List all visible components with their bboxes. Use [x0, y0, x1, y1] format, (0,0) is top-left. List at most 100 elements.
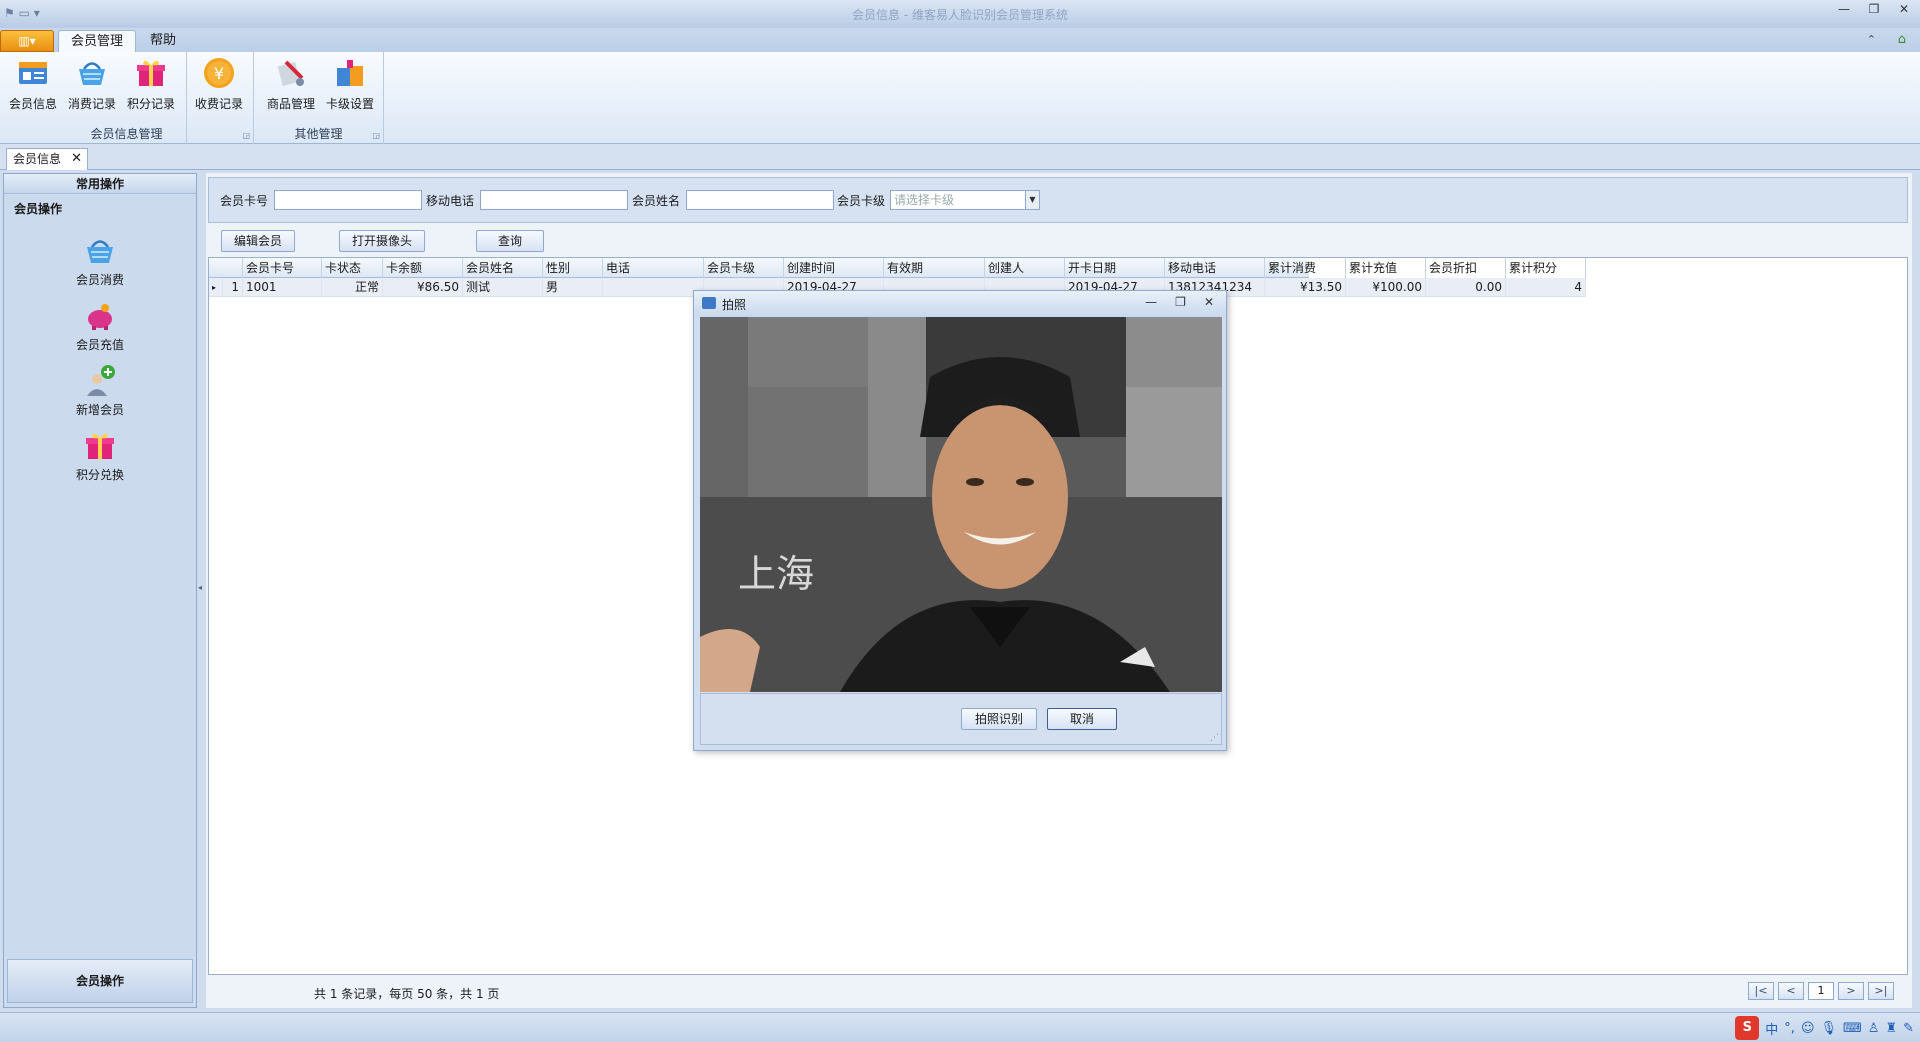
nav-points-exchange[interactable]: 积分兑换	[4, 429, 196, 483]
column-header[interactable]: 卡余额	[383, 258, 463, 278]
camera-preview: 上海	[700, 317, 1222, 692]
camera-photo-image	[700, 317, 1222, 692]
row-indicator-icon: ▸	[209, 278, 223, 297]
tab-member-management[interactable]: 会员管理	[58, 30, 137, 52]
cell-phone	[603, 278, 704, 297]
last-page-button[interactable]: >|	[1868, 982, 1894, 1000]
card-level-icon	[337, 60, 363, 86]
column-header[interactable]: 有效期	[884, 258, 985, 278]
chevron-down-icon[interactable]: ▼	[1025, 191, 1039, 209]
left-nav-panel: 常用操作 会员操作 会员消费 会员充值 新增会员 积分兑换 会员操作	[3, 173, 197, 1008]
app-menu-button[interactable]: ▥▾	[0, 30, 54, 52]
edit-member-button[interactable]: 编辑会员	[221, 230, 295, 252]
first-page-button[interactable]: |<	[1748, 982, 1774, 1000]
close-icon[interactable]: ✕	[1896, 2, 1912, 16]
status-bar: S 中 °, ☺ 🎙 ⌨ ♙ ♜ ✎	[0, 1012, 1920, 1042]
emoji-icon[interactable]: ☺	[1801, 1021, 1815, 1036]
ime-toolbar[interactable]: S 中 °, ☺ 🎙 ⌨ ♙ ♜ ✎	[1735, 1016, 1914, 1040]
dialog-title: 拍照	[722, 298, 747, 312]
group-label-other-management: 其他管理	[294, 127, 343, 141]
minimize-icon[interactable]: —	[1836, 2, 1852, 16]
cell-total-spend: ¥13.50	[1265, 278, 1346, 297]
ribbon-panel: 会员信息 消费记录 积分记录 会员信息管理 ◲ ¥ 收费记录 商品管理 卡级设置…	[0, 52, 1920, 144]
gift-icon	[86, 433, 114, 459]
card-level-settings-button[interactable]: 卡级设置	[321, 56, 379, 116]
restore-icon[interactable]: ❐	[1175, 295, 1186, 309]
row-number: 1	[223, 278, 243, 297]
svg-text:¥: ¥	[214, 64, 224, 83]
column-header[interactable]: 电话	[603, 258, 704, 278]
close-icon[interactable]: ✕	[1204, 295, 1214, 309]
card-level-select[interactable]: 请选择卡级 ▼	[890, 190, 1040, 210]
panel-splitter[interactable]: ◂	[197, 173, 206, 1008]
card-no-input[interactable]	[274, 190, 422, 210]
table-header: 会员卡号 卡状态 卡余额 会员姓名 性别 电话 会员卡级 创建时间 有效期 创建…	[209, 258, 1586, 278]
resize-grip-icon[interactable]: ⋰	[1210, 733, 1219, 743]
column-header[interactable]: 会员折扣	[1426, 258, 1506, 278]
basket-icon	[87, 240, 113, 263]
query-button[interactable]: 查询	[476, 230, 544, 252]
card-level-label: 会员卡级	[837, 194, 886, 208]
column-header[interactable]: 会员卡号	[243, 258, 322, 278]
mobile-input[interactable]	[480, 190, 628, 210]
restore-icon[interactable]: ❐	[1866, 2, 1882, 16]
pager: |< < 1 > >|	[1748, 982, 1894, 1000]
ime-mode[interactable]: 中	[1765, 1019, 1778, 1038]
page-number-input[interactable]: 1	[1808, 982, 1834, 1000]
collapse-arrow-icon[interactable]: ◂	[198, 583, 202, 592]
minimize-icon[interactable]: —	[1145, 295, 1157, 309]
title-bar: ⚑ ▭ ▾ 会员信息 - 维客易人脸识别会员管理系统 — ❐ ✕	[0, 0, 1920, 28]
column-header[interactable]: 开卡日期	[1065, 258, 1165, 278]
user-icon[interactable]: ♙	[1868, 1021, 1880, 1036]
column-header[interactable]: 移动电话	[1165, 258, 1265, 278]
mobile-label: 移动电话	[426, 194, 475, 208]
column-header[interactable]: 会员卡级	[704, 258, 784, 278]
microphone-icon[interactable]: 🎙	[1821, 1021, 1838, 1036]
column-header[interactable]: 累计充值	[1346, 258, 1426, 278]
column-header[interactable]: 性别	[543, 258, 603, 278]
cell-discount: 0.00	[1426, 278, 1506, 297]
collapse-ribbon-icon[interactable]: ⌃	[1867, 33, 1876, 46]
name-input[interactable]	[686, 190, 834, 210]
product-management-button[interactable]: 商品管理	[262, 56, 320, 116]
column-header[interactable]: 累计积分	[1506, 258, 1586, 278]
member-info-button[interactable]: 会员信息	[4, 56, 62, 116]
charge-record-button[interactable]: ¥ 收费记录	[190, 56, 248, 116]
window-title: 会员信息 - 维客易人脸识别会员管理系统	[852, 8, 1068, 22]
column-header[interactable]: 累计消费	[1265, 258, 1346, 278]
wrench-icon[interactable]: ✎	[1903, 1021, 1914, 1036]
column-header[interactable]: 卡状态	[322, 258, 383, 278]
section-title: 会员操作	[14, 202, 63, 216]
points-record-button[interactable]: 积分记录	[122, 56, 180, 116]
prev-page-button[interactable]: <	[1778, 982, 1804, 1000]
consumption-record-button[interactable]: 消费记录	[63, 56, 121, 116]
dialog-cancel-button[interactable]: 取消	[1047, 708, 1117, 730]
column-header[interactable]: 创建时间	[784, 258, 884, 278]
add-user-icon	[87, 365, 115, 396]
tab-help[interactable]: 帮助	[138, 30, 188, 52]
capture-recognize-button[interactable]: 拍照识别	[961, 708, 1037, 730]
doc-tab-member-info[interactable]: 会员信息 ✕	[6, 148, 88, 170]
panel-header: 常用操作	[4, 174, 196, 194]
yen-coin-icon: ¥	[204, 58, 234, 88]
ime-logo[interactable]: S	[1735, 1016, 1760, 1040]
home-icon[interactable]: ⌂	[1898, 32, 1906, 47]
dialog-launcher-icon[interactable]: ◲	[372, 131, 380, 140]
nav-add-member[interactable]: 新增会员	[4, 364, 196, 418]
next-page-button[interactable]: >	[1838, 982, 1864, 1000]
cell-card-no: 1001	[243, 278, 322, 297]
close-tab-icon[interactable]: ✕	[71, 149, 82, 169]
window-controls: — ❐ ✕	[1836, 2, 1912, 16]
shirt-icon[interactable]: ♜	[1885, 1021, 1897, 1036]
member-operations-button[interactable]: 会员操作	[7, 959, 193, 1003]
dialog-title-bar[interactable]: 拍照 — ❐ ✕	[694, 291, 1226, 317]
camera-icon	[702, 297, 716, 309]
column-header[interactable]: 创建人	[985, 258, 1065, 278]
keyboard-icon[interactable]: ⌨	[1843, 1021, 1862, 1036]
nav-member-consume[interactable]: 会员消费	[4, 234, 196, 288]
dialog-window-controls: — ❐ ✕	[1145, 295, 1214, 309]
column-header[interactable]: 会员姓名	[463, 258, 543, 278]
open-camera-button[interactable]: 打开摄像头	[339, 230, 425, 252]
nav-member-recharge[interactable]: 会员充值	[4, 299, 196, 353]
ime-punctuation[interactable]: °,	[1784, 1021, 1795, 1036]
